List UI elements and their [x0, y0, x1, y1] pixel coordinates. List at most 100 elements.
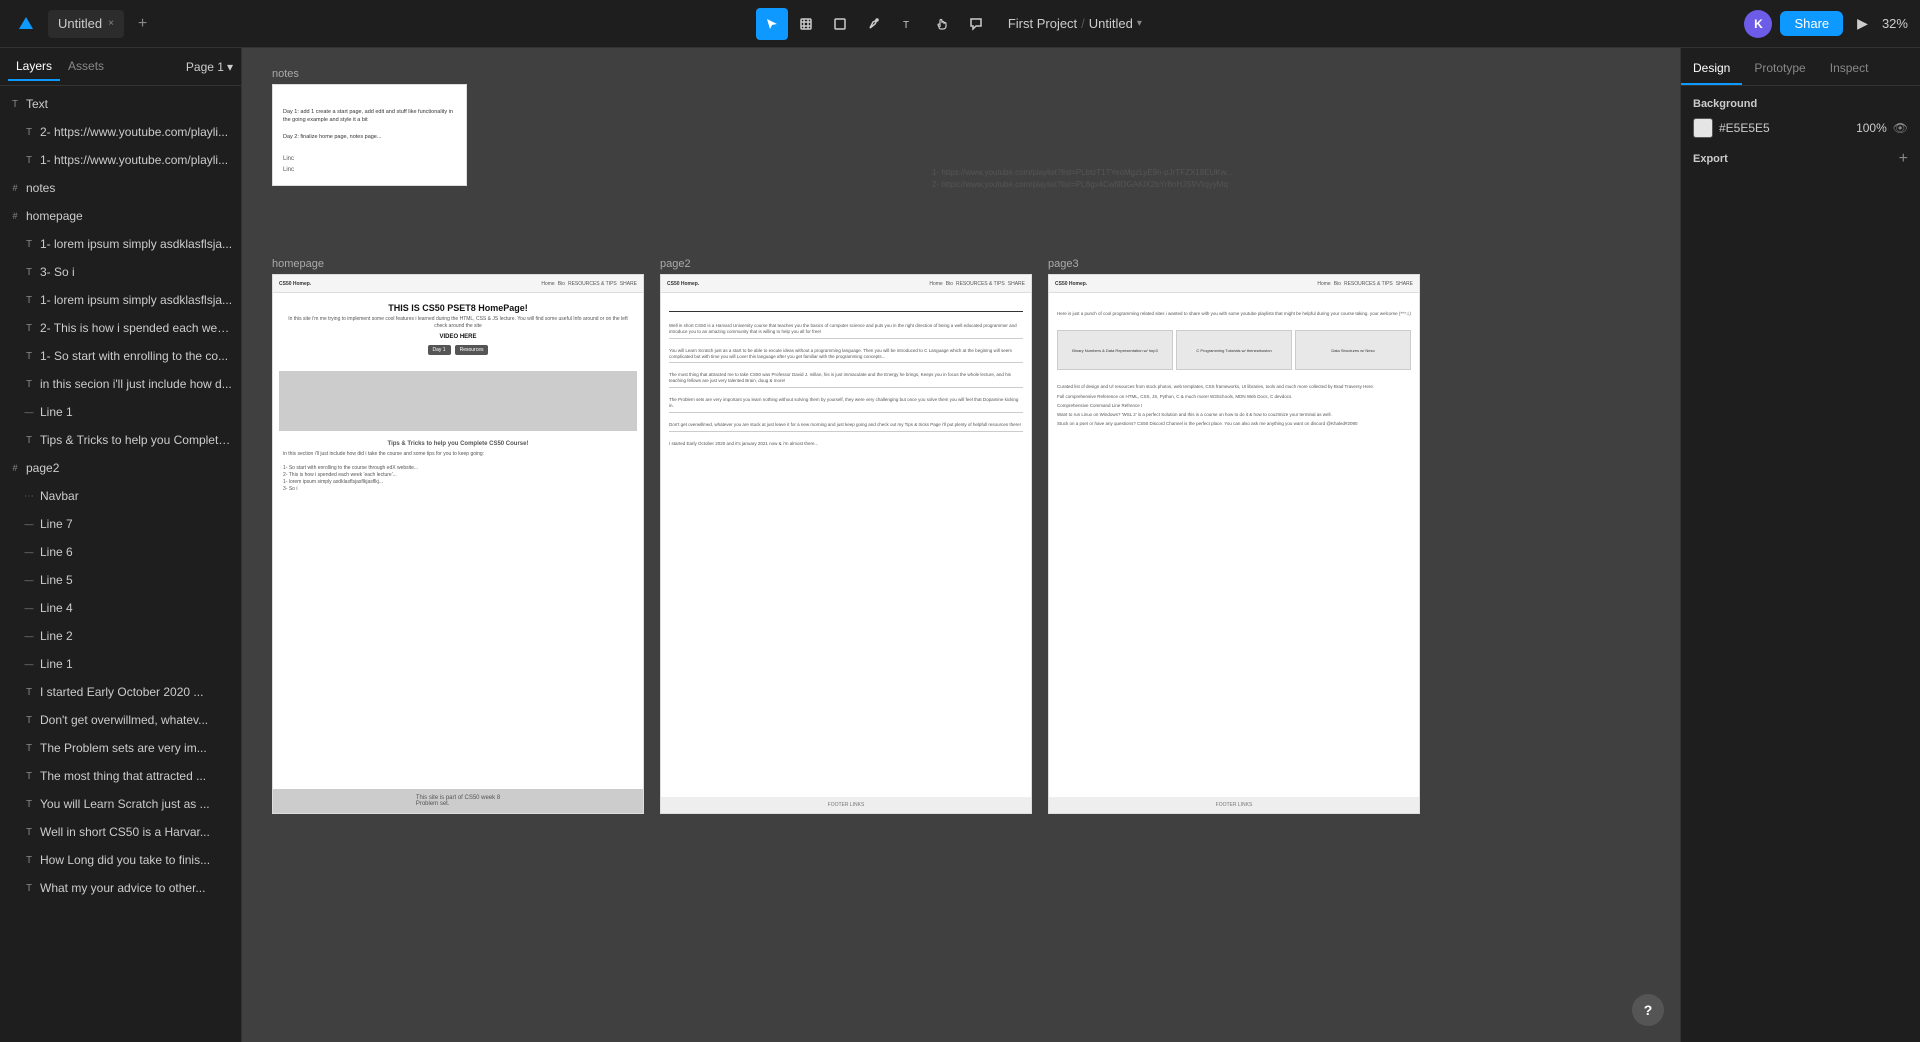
p3-res4: Want to run Linux on Windows? 'WSL 2' is… — [1057, 412, 1411, 418]
p2-divider2 — [669, 362, 1023, 363]
hp-btn-resources: Resources — [455, 345, 489, 355]
page2-nav: Home Bio RESOURCES & TIPS SHARE — [929, 281, 1025, 287]
layer-item-homepage[interactable]: # homepage — [0, 202, 241, 230]
layer-item-line7[interactable]: — Line 7 — [0, 510, 241, 538]
export-add-button[interactable]: + — [1899, 150, 1908, 168]
tool-frame[interactable] — [790, 8, 822, 40]
page2-box: CS50 Homep. Home Bio RESOURCES & TIPS SH… — [660, 274, 1032, 814]
p2-footer: FOOTER LINKS — [661, 797, 1031, 813]
layer-item-early[interactable]: T I started Early October 2020 ... — [0, 678, 241, 706]
share-button[interactable]: Share — [1780, 11, 1843, 36]
left-panel-tabs: Layers Assets Page 1 ▾ — [0, 48, 241, 86]
file-name-group[interactable]: Untitled ▾ — [1089, 16, 1142, 31]
right-tab-prototype[interactable]: Prototype — [1742, 53, 1817, 85]
play-button[interactable]: ▶ — [1851, 11, 1874, 36]
homepage-label: homepage — [272, 258, 644, 270]
layer-item-lorem1[interactable]: T 1- lorem ipsum simply asdklasflsja... — [0, 230, 241, 258]
layer-name-lorem2: 1- lorem ipsum simply asdklasflsja... — [40, 293, 233, 307]
layer-icon-harvard: T — [22, 825, 36, 839]
layer-item-problem[interactable]: T The Problem sets are very im... — [0, 734, 241, 762]
layer-item-line1b[interactable]: — Line 1 — [0, 650, 241, 678]
layer-item-so[interactable]: T 3- So i — [0, 258, 241, 286]
layer-item-line5[interactable]: — Line 5 — [0, 566, 241, 594]
layer-item-tips[interactable]: T Tips & Tricks to help you Complete... — [0, 426, 241, 454]
user-avatar[interactable]: K — [1744, 10, 1772, 38]
layer-item-section[interactable]: T in this secion i'll just include how d… — [0, 370, 241, 398]
layer-item-notes[interactable]: # notes — [0, 174, 241, 202]
layer-icon-scratch: T — [22, 797, 36, 811]
right-panel-design-content: Background #E5E5E5 100% 👁 Export + — [1681, 86, 1920, 1042]
add-tab-button[interactable]: + — [132, 15, 153, 33]
page-selector-label: Page 1 — [186, 60, 224, 74]
layer-item-how-long[interactable]: T How Long did you take to finis... — [0, 846, 241, 874]
notes-title: notes — [283, 95, 456, 104]
layer-name-homepage: homepage — [26, 209, 233, 223]
layer-item-line6[interactable]: — Line 6 — [0, 538, 241, 566]
layer-name-lorem1: 1- lorem ipsum simply asdklasflsja... — [40, 237, 233, 251]
layer-item-line2[interactable]: — Line 2 — [0, 622, 241, 650]
canvas-area[interactable]: notes notes Day 1: add 1 create a start … — [242, 48, 1680, 1042]
layer-name-1yt: 1- https://www.youtube.com/playli... — [40, 153, 233, 167]
layer-name-line1b: Line 1 — [40, 657, 233, 671]
layer-icon-homepage: # — [8, 209, 22, 223]
layer-item-advice[interactable]: T What my your advice to other... — [0, 874, 241, 902]
page-selector[interactable]: Page 1 ▾ — [186, 60, 233, 74]
layer-item-2yt[interactable]: T 2- https://www.youtube.com/playli... — [0, 118, 241, 146]
layer-icon-line1b: — — [22, 657, 36, 671]
layer-name-line5: Line 5 — [40, 573, 233, 587]
layer-item-lorem2[interactable]: T 1- lorem ipsum simply asdklasflsja... — [0, 286, 241, 314]
layer-item-navbar[interactable]: ⋯ Navbar — [0, 482, 241, 510]
homepage-header: CS50 Homep. Home Bio RESOURCES & TIPS SH… — [273, 275, 643, 293]
layer-item-overwhelm[interactable]: T Don't get overwillmed, whatev... — [0, 706, 241, 734]
canvas-scroll[interactable]: notes notes Day 1: add 1 create a start … — [242, 48, 1680, 1042]
right-tab-inspect[interactable]: Inspect — [1818, 53, 1881, 85]
p2-a2: You will Learn Scratch just as a start t… — [669, 348, 1023, 360]
tool-comment[interactable] — [960, 8, 992, 40]
layer-item-start[interactable]: T 1- So start with enrolling to the co..… — [0, 342, 241, 370]
right-panel: Design Prototype Inspect Background #E5E… — [1680, 48, 1920, 1042]
layer-name-notes: notes — [26, 181, 233, 195]
help-button[interactable]: ? — [1632, 994, 1664, 1026]
layer-icon-navbar: ⋯ — [22, 489, 36, 503]
bg-color-swatch[interactable] — [1693, 118, 1713, 138]
visibility-toggle-icon[interactable]: 👁 — [1893, 121, 1908, 135]
p2-nav-resources: RESOURCES & TIPS — [956, 281, 1005, 287]
tab-assets[interactable]: Assets — [60, 53, 112, 81]
top-bar-right: K Share ▶ 32% — [1744, 10, 1908, 38]
tool-shape[interactable] — [824, 8, 856, 40]
page2-frame: page2 CS50 Homep. Home Bio RESOURCES & T… — [660, 258, 1032, 814]
p3-nav-resources: RESOURCES & TIPS — [1344, 281, 1393, 287]
tool-text[interactable]: T — [892, 8, 924, 40]
layer-item-page2[interactable]: # page2 — [0, 454, 241, 482]
export-section-title: Export — [1693, 153, 1728, 165]
layer-item-line4[interactable]: — Line 4 — [0, 594, 241, 622]
nav-share: SHARE — [620, 281, 637, 287]
layer-icon-start: T — [22, 349, 36, 363]
right-tab-design[interactable]: Design — [1681, 53, 1742, 85]
tool-hand[interactable] — [926, 8, 958, 40]
hp-title: THIS IS CS50 PSET8 HomePage! — [288, 303, 628, 313]
tool-move[interactable] — [756, 8, 788, 40]
layer-item-this[interactable]: T 2- This is how i spended each wee... — [0, 314, 241, 342]
layer-name-this: 2- This is how i spended each wee... — [40, 321, 233, 335]
p2-q3: What do i like most about CS50 ? — [669, 365, 1023, 371]
close-tab-icon[interactable]: × — [108, 18, 114, 29]
layer-item-text[interactable]: T Text — [0, 90, 241, 118]
app-logo — [12, 10, 40, 38]
layer-item-harvard[interactable]: T Well in short CS50 is a Harvar... — [0, 818, 241, 846]
file-tab[interactable]: Untitled × — [48, 10, 124, 38]
layer-icon-section: T — [22, 377, 36, 391]
page3-box: CS50 Homep. Home Bio RESOURCES & TIPS SH… — [1048, 274, 1420, 814]
layer-item-line1a[interactable]: — Line 1 — [0, 398, 241, 426]
layer-item-1yt[interactable]: T 1- https://www.youtube.com/playli... — [0, 146, 241, 174]
layer-item-scratch[interactable]: T You will Learn Scratch just as ... — [0, 790, 241, 818]
layer-icon-how-long: T — [22, 853, 36, 867]
layer-item-attracted[interactable]: T The most thing that attracted ... — [0, 762, 241, 790]
layer-icon-early: T — [22, 685, 36, 699]
zoom-level[interactable]: 32% — [1882, 16, 1908, 31]
tool-pen[interactable] — [858, 8, 890, 40]
page3-logo: CS50 Homep. — [1055, 281, 1087, 287]
layer-icon-lorem2: T — [22, 293, 36, 307]
tab-layers[interactable]: Layers — [8, 53, 60, 81]
layers-list: T Text T 2- https://www.youtube.com/play… — [0, 86, 241, 1042]
